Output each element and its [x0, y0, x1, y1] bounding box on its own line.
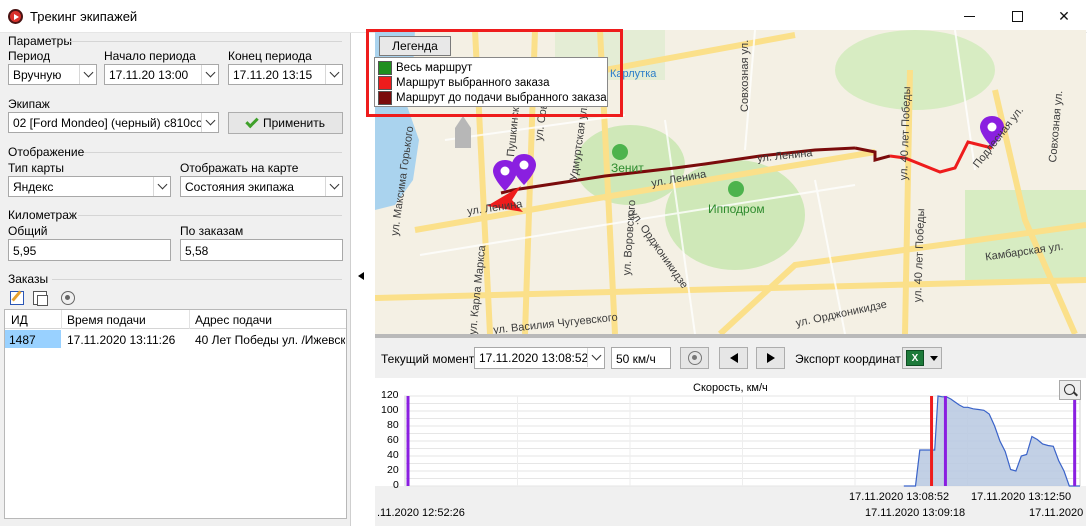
order-address-cell: 40 Лет Победы ул. /Ижевск/, [195, 333, 345, 347]
x-tick-label-start: .11.2020 12:52:26 [377, 507, 465, 519]
export-excel-button[interactable]: X [902, 347, 942, 369]
minimize-icon [963, 15, 975, 17]
map-type-select[interactable]: Яндекс [8, 176, 171, 197]
maximize-button[interactable] [994, 0, 1040, 32]
speed-chart[interactable]: Скорость, км/ч 0 20 40 60 80 100 120 .11.2020 … [375, 378, 1086, 526]
speed-chart-canvas [375, 395, 1086, 526]
divider [84, 152, 342, 153]
y-tick-label: 20 [387, 464, 399, 476]
period-select[interactable]: Вручную [8, 64, 97, 85]
map-label-zenit: Зенит [611, 161, 644, 175]
apply-label: Применить [262, 116, 325, 130]
chevron-down-icon [325, 65, 342, 84]
show-on-map-label: Отображать на карте [180, 161, 299, 175]
map-type-label: Тип карты [8, 161, 65, 175]
x-tick-label: 17.11.2020 [1029, 507, 1084, 519]
end-datetime-picker[interactable]: 17.11.20 13:15 [228, 64, 343, 85]
current-moment-value: 17.11.2020 13:08:52 [479, 351, 589, 365]
window-title: Трекинг экипажей [30, 9, 138, 24]
edit-icon[interactable] [10, 291, 24, 305]
chevron-down-icon [201, 113, 218, 132]
center-on-crew-button[interactable] [680, 347, 709, 369]
target-icon [687, 351, 702, 365]
excel-icon: X [906, 350, 924, 366]
play-back-icon [729, 353, 738, 363]
collapse-panel-icon[interactable] [358, 272, 364, 280]
end-value: 17.11.20 13:15 [233, 68, 313, 82]
divider [52, 279, 342, 280]
crew-label: Экипаж [8, 97, 50, 111]
map-label-sovkhoznaya-1: Совхозная ул. [739, 39, 751, 112]
orders-mileage-field[interactable]: 5,58 [180, 239, 343, 261]
order-time-cell: 17.11.2020 13:11:26 [67, 333, 176, 347]
current-moment-picker[interactable]: 17.11.2020 13:08:52 [474, 347, 605, 369]
close-button[interactable]: ✕ [1041, 0, 1087, 32]
map-label-ippodrom: Ипподром [708, 202, 765, 216]
total-mileage-field[interactable]: 5,95 [8, 239, 171, 261]
x-tick-label: 17.11.2020 13:12:50 [971, 491, 1072, 503]
display-section-label: Отображение [8, 145, 85, 159]
x-tick-label: 17.11.2020 13:08:52 [849, 491, 950, 503]
end-label: Конец периода [228, 49, 312, 63]
orders-table: ИД Время подачи Адрес подачи 1487 17.11.… [4, 309, 347, 519]
orders-mileage-label: По заказам [180, 224, 244, 238]
order-id-cell: 1487 [5, 330, 61, 348]
chevron-down-icon [153, 177, 170, 196]
period-value: Вручную [13, 68, 62, 82]
maximize-icon [1011, 10, 1023, 22]
play-forward-icon [766, 353, 775, 363]
app-icon [8, 9, 23, 24]
current-moment-label: Текущий момент [381, 352, 475, 366]
speed-field[interactable]: 50 км/ч [611, 347, 671, 369]
start-value: 17.11.20 13:00 [109, 68, 189, 82]
playback-controls: Текущий момент 17.11.2020 13:08:52 50 км… [375, 334, 1086, 378]
apply-button[interactable]: Применить [228, 112, 343, 134]
column-header-address[interactable]: Адрес подачи [195, 313, 272, 327]
chevron-down-icon [930, 356, 938, 361]
step-back-button[interactable] [719, 347, 748, 369]
orders-section-label: Заказы [8, 272, 49, 286]
y-tick-label: 100 [381, 404, 399, 416]
chart-title: Скорость, км/ч [693, 382, 768, 394]
divider [66, 41, 342, 42]
chevron-down-icon [587, 348, 604, 367]
divider [61, 310, 62, 329]
chevron-down-icon [201, 65, 218, 84]
crew-select[interactable]: 02 [Ford Mondeo] (черный) с810со [8, 112, 219, 133]
step-forward-button[interactable] [756, 347, 785, 369]
column-header-time[interactable]: Время подачи [67, 313, 146, 327]
show-on-map-value: Состояния экипажа [185, 180, 294, 194]
y-tick-label: 40 [387, 449, 399, 461]
zoom-icon[interactable] [1059, 380, 1081, 400]
show-on-map-select[interactable]: Состояния экипажа [180, 176, 343, 197]
table-row[interactable]: 1487 17.11.2020 13:11:26 40 Лет Победы у… [5, 330, 346, 349]
left-panel: Параметры Период Начало периода Конец пе… [0, 33, 351, 526]
total-mileage-label: Общий [8, 224, 48, 238]
divider [189, 310, 190, 329]
chevron-down-icon [325, 177, 342, 196]
mileage-section-label: Километраж [8, 208, 77, 222]
check-icon [245, 114, 259, 128]
minimize-button[interactable] [946, 0, 992, 32]
params-section-label: Параметры [8, 34, 72, 48]
y-tick-label: 60 [387, 434, 399, 446]
y-tick-label: 120 [381, 389, 399, 401]
x-tick-label: 17.11.2020 13:09:18 [865, 507, 966, 519]
close-icon: ✕ [1058, 7, 1070, 24]
crew-value: 02 [Ford Mondeo] (черный) с810со [13, 116, 203, 130]
locate-icon[interactable] [61, 291, 75, 305]
table-header: ИД Время подачи Адрес подачи [5, 310, 346, 329]
start-datetime-picker[interactable]: 17.11.20 13:00 [104, 64, 219, 85]
start-label: Начало периода [104, 49, 196, 63]
map-type-value: Яндекс [13, 180, 54, 194]
y-tick-label: 80 [387, 419, 399, 431]
divider [78, 215, 342, 216]
legend-highlight-frame [366, 29, 623, 117]
export-label: Экспорт координат [795, 352, 901, 366]
copy-icon[interactable] [33, 291, 48, 306]
y-tick-label: 0 [393, 479, 399, 491]
chevron-down-icon [79, 65, 96, 84]
column-header-id[interactable]: ИД [11, 313, 28, 327]
period-label: Период [8, 49, 51, 63]
